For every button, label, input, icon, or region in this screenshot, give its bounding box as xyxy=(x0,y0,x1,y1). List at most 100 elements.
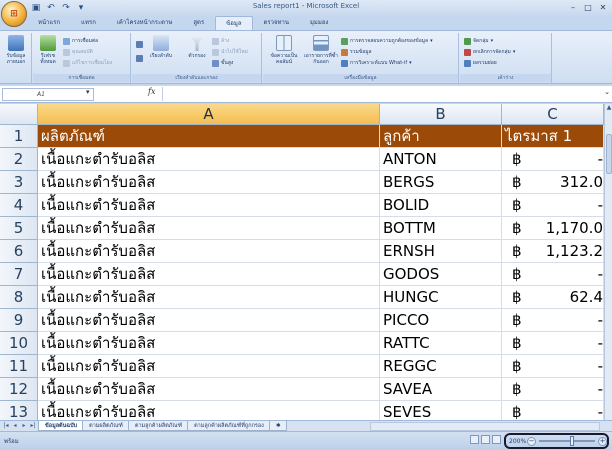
minimize-icon[interactable]: – xyxy=(566,1,580,14)
row-header[interactable]: 10 xyxy=(0,332,38,355)
sort-za-button[interactable] xyxy=(136,53,143,63)
sort-button[interactable]: เรียงลำดับ xyxy=(148,35,174,59)
cell-customer[interactable]: REGGC xyxy=(380,355,502,378)
horizontal-scrollbar[interactable] xyxy=(370,422,600,431)
cell-product[interactable]: เนื้อแกะตำรับอลิส xyxy=(38,286,380,309)
sheet-tab-filtered[interactable]: ตามลูกค้าผลิตภัณฑ์ที่ถูกกรอง xyxy=(187,421,271,431)
tab-view[interactable]: มุมมอง xyxy=(300,16,338,30)
zoom-slider-knob[interactable] xyxy=(570,436,575,446)
page-layout-view-icon[interactable] xyxy=(481,435,490,444)
cell-customer[interactable]: ANTON xyxy=(380,148,502,171)
tab-formulas[interactable]: สูตร xyxy=(183,16,214,30)
remove-duplicates-button[interactable]: เอารายการที่ซ้ำกันออก xyxy=(303,35,339,65)
advanced-button[interactable]: ขั้นสูง xyxy=(212,58,233,68)
text-to-columns-button[interactable]: ข้อความเป็นคอลัมน์ xyxy=(267,35,301,65)
new-sheet-icon[interactable]: ✱ xyxy=(268,421,288,431)
last-sheet-icon[interactable]: ▸| xyxy=(29,421,37,431)
insert-function-button[interactable]: fx xyxy=(148,87,155,96)
clear-button[interactable]: ล้าง xyxy=(212,36,229,46)
tab-home[interactable]: หน้าแรก xyxy=(28,16,70,30)
zoom-out-icon[interactable]: − xyxy=(527,436,536,446)
tab-review[interactable]: ตรวจทาน xyxy=(254,16,299,30)
cell-amount[interactable]: ฿ - xyxy=(502,263,604,286)
cell-product[interactable]: เนื้อแกะตำรับอลิส xyxy=(38,194,380,217)
row-header[interactable]: 3 xyxy=(0,171,38,194)
cell-customer[interactable]: ERNSH xyxy=(380,240,502,263)
filter-button[interactable]: ตัวกรอง xyxy=(184,35,210,59)
cell-product[interactable]: เนื้อแกะตำรับอลิส xyxy=(38,171,380,194)
cell-customer[interactable]: PICCO xyxy=(380,309,502,332)
redo-icon[interactable]: ↷ xyxy=(60,2,72,14)
row-header[interactable]: 13 xyxy=(0,401,38,420)
vertical-scrollbar[interactable]: ▲ xyxy=(604,104,612,420)
zoom-slider[interactable] xyxy=(539,436,595,446)
vertical-scroll-thumb[interactable] xyxy=(606,134,612,174)
cell-amount[interactable]: ฿ 312.0 xyxy=(502,171,604,194)
column-header-c[interactable]: C xyxy=(502,104,604,125)
ungroup-button[interactable]: ยกเลิกการจัดกลุ่ม ▾ xyxy=(464,47,515,57)
row-header[interactable]: 12 xyxy=(0,378,38,401)
row-header[interactable]: 6 xyxy=(0,240,38,263)
column-header-a[interactable]: A xyxy=(38,104,380,125)
header-cell-product[interactable]: ผลิตภัณฑ์ xyxy=(38,125,380,148)
close-icon[interactable]: ✕ xyxy=(596,1,610,14)
cell-customer[interactable]: SAVEA xyxy=(380,378,502,401)
cell-amount[interactable]: ฿ - xyxy=(502,355,604,378)
cell-amount[interactable]: ฿ 1,170.0 xyxy=(502,217,604,240)
cell-product[interactable]: เนื้อแกะตำรับอลิส xyxy=(38,332,380,355)
cell-customer[interactable]: BOLID xyxy=(380,194,502,217)
first-sheet-icon[interactable]: |◂ xyxy=(2,421,10,431)
properties-button[interactable]: คุณสมบัติ xyxy=(63,47,93,57)
row-header[interactable]: 9 xyxy=(0,309,38,332)
cell-customer[interactable]: HUNGC xyxy=(380,286,502,309)
expand-formula-bar-icon[interactable]: ⌄ xyxy=(604,88,610,96)
edit-links-button[interactable]: แก้ไขการเชื่อมโยง xyxy=(63,58,112,68)
cell-amount[interactable]: ฿ 1,123.2 xyxy=(502,240,604,263)
cell-amount[interactable]: ฿ - xyxy=(502,401,604,420)
zoom-in-icon[interactable]: + xyxy=(598,436,607,446)
cell-customer[interactable]: GODOS xyxy=(380,263,502,286)
name-box[interactable]: A1 xyxy=(2,88,94,101)
cell-product[interactable]: เนื้อแกะตำรับอลิส xyxy=(38,309,380,332)
cell-customer[interactable]: RATTC xyxy=(380,332,502,355)
cell-amount[interactable]: ฿ - xyxy=(502,194,604,217)
prev-sheet-icon[interactable]: ◂ xyxy=(11,421,19,431)
tab-insert[interactable]: แทรก xyxy=(71,16,106,30)
row-header[interactable]: 1 xyxy=(0,125,38,148)
office-button[interactable]: ⊞ xyxy=(1,1,27,27)
cell-customer[interactable]: BERGS xyxy=(380,171,502,194)
subtotal-button[interactable]: ผลรวมย่อย xyxy=(464,58,497,68)
sheet-tab-by-customer-product[interactable]: ตามลูกค้าผลิตภัณฑ์ xyxy=(127,421,190,431)
row-header[interactable]: 8 xyxy=(0,286,38,309)
group-button[interactable]: จัดกลุ่ม ▾ xyxy=(464,36,493,46)
row-header[interactable]: 7 xyxy=(0,263,38,286)
cell-amount[interactable]: ฿ - xyxy=(502,332,604,355)
next-sheet-icon[interactable]: ▸ xyxy=(20,421,28,431)
row-header[interactable]: 11 xyxy=(0,355,38,378)
cell-product[interactable]: เนื้อแกะตำรับอลิส xyxy=(38,217,380,240)
sheet-tab-source-data[interactable]: ข้อมูลต้นฉบับ xyxy=(38,421,85,431)
page-break-view-icon[interactable] xyxy=(492,435,501,444)
header-cell-quarter[interactable]: ไตรมาส 1 xyxy=(502,125,604,148)
cell-product[interactable]: เนื้อแกะตำรับอลิส xyxy=(38,148,380,171)
refresh-all-button[interactable]: รีเฟรชทั้งหมด xyxy=(35,35,61,65)
cell-customer[interactable]: BOTTM xyxy=(380,217,502,240)
column-header-b[interactable]: B xyxy=(380,104,502,125)
row-header[interactable]: 5 xyxy=(0,217,38,240)
normal-view-icon[interactable] xyxy=(470,435,479,444)
select-all-button[interactable] xyxy=(0,104,38,125)
row-header[interactable]: 2 xyxy=(0,148,38,171)
maximize-icon[interactable]: □ xyxy=(581,1,595,14)
what-if-button[interactable]: การวิเคราะห์แบบ What-if ▾ xyxy=(341,58,412,68)
cell-amount[interactable]: ฿ 62.4 xyxy=(502,286,604,309)
name-box-dropdown-icon[interactable]: ▾ xyxy=(86,88,90,96)
cell-amount[interactable]: ฿ - xyxy=(502,378,604,401)
cell-amount[interactable]: ฿ - xyxy=(502,309,604,332)
cell-customer[interactable]: SEVES xyxy=(380,401,502,420)
scroll-up-icon[interactable]: ▲ xyxy=(605,104,612,112)
sort-az-button[interactable] xyxy=(136,39,143,49)
reapply-button[interactable]: นำไปใช้ใหม่ xyxy=(212,47,248,57)
undo-icon[interactable]: ↶ xyxy=(45,2,57,14)
cell-product[interactable]: เนื้อแกะตำรับอลิส xyxy=(38,263,380,286)
row-header[interactable]: 4 xyxy=(0,194,38,217)
